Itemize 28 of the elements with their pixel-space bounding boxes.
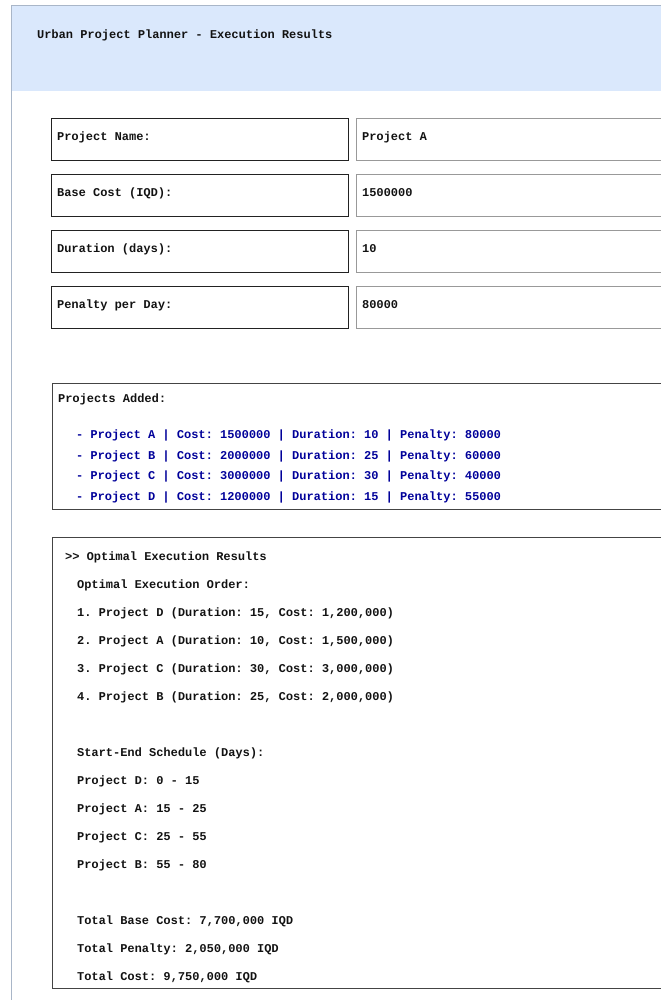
project-entry: - Project D | Cost: 1200000 | Duration: 15 | Penalty: 55000 (76, 488, 502, 506)
order-entry: 4. Project B (Duration: 25, Cost: 2,000,000) (77, 689, 395, 706)
schedule-entry: Project B: 55 - 80 (77, 857, 208, 874)
input-field[interactable]: 1500000 (356, 174, 661, 217)
schedule-entry: Project A: 15 - 25 (77, 801, 208, 818)
order-entry: 2. Project A (Duration: 10, Cost: 1,500,000) (77, 633, 395, 650)
field-label: Duration (days): (51, 230, 349, 273)
project-entry: - Project B | Cost: 2000000 | Duration: 25 | Penalty: 60000 (76, 448, 502, 464)
total-line: Total Cost: 9,750,000 IQD (77, 969, 258, 986)
project-entry: - Project C | Cost: 3000000 | Duration: 30 | Penalty: 40000 (76, 468, 502, 485)
input-field[interactable]: 10 (356, 230, 661, 273)
input-field[interactable]: Project A (356, 118, 661, 161)
project-entry: - Project A | Cost: 1500000 | Duration: 10 | Penalty: 80000 (76, 427, 502, 444)
results-heading: >> Optimal Execution Results (65, 549, 268, 566)
schedule-entry: Project C: 25 - 55 (77, 829, 208, 846)
panel-title: Projects Added: (58, 392, 168, 406)
field-label: Project Name: (51, 118, 349, 161)
field-label: Base Cost (IQD): (51, 174, 349, 217)
order-entry: 3. Project C (Duration: 30, Cost: 3,000,000) (77, 661, 395, 678)
window-title: Urban Project Planner - Execution Results (37, 28, 332, 42)
total-line: Total Penalty: 2,050,000 IQD (77, 941, 280, 958)
section-title: Start-End Schedule (Days): (77, 745, 266, 762)
section-title: Optimal Execution Order: (77, 577, 251, 594)
field-label: Penalty per Day: (51, 286, 349, 329)
schedule-entry: Project D: 0 - 15 (77, 773, 200, 790)
order-entry: 1. Project D (Duration: 15, Cost: 1,200,000) (77, 605, 395, 622)
input-field[interactable]: 80000 (356, 286, 661, 329)
total-line: Total Base Cost: 7,700,000 IQD (77, 913, 294, 930)
